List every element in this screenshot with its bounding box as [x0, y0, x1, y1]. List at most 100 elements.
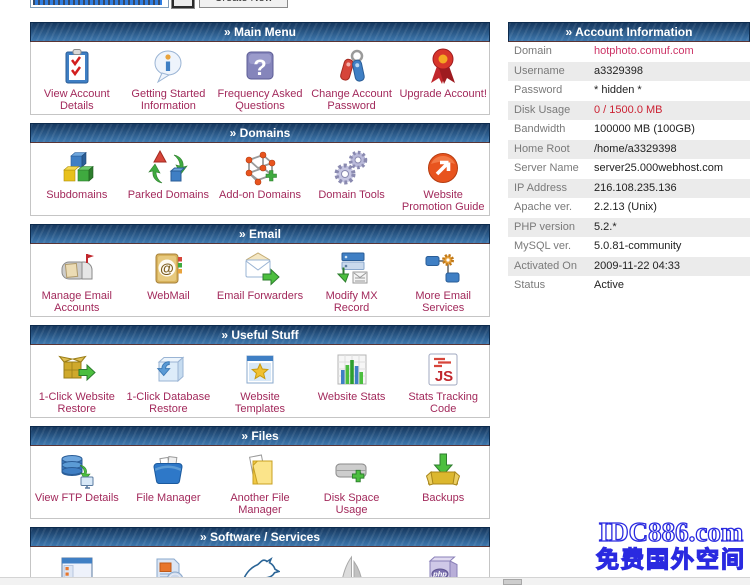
promotion-arrow-icon — [397, 148, 489, 188]
menu-item-label: WebMail — [123, 289, 215, 302]
address-book-icon: @ — [123, 249, 215, 289]
blue-folder-icon — [123, 451, 215, 491]
menu-item-label: Subdomains — [31, 188, 123, 201]
menu-item-label: Email Forwarders — [214, 289, 306, 302]
account-row-server-name: Server Nameserver25.000webhost.com — [508, 159, 750, 179]
watermark-site-text: IDC886.com — [592, 518, 750, 546]
go-button[interactable]: Go — [172, 0, 194, 8]
account-row-value: /home/a3329398 — [594, 140, 750, 160]
account-row-password: Password* hidden * — [508, 81, 750, 101]
scrollbar-thumb[interactable] — [503, 579, 522, 585]
menu-item-stats-tracking-code[interactable]: JSStats Tracking Code — [397, 350, 489, 415]
account-row-username: Usernamea3329398 — [508, 62, 750, 82]
account-row-label: MySQL ver. — [508, 237, 594, 257]
menu-item-label: View Account Details — [31, 87, 123, 112]
menu-item-subdomains[interactable]: Subdomains — [31, 148, 123, 201]
menu-item-another-file-manager[interactable]: Another File Manager — [214, 451, 306, 516]
account-information-title: » Account Information — [508, 22, 750, 42]
svg-text:@: @ — [161, 260, 175, 276]
bar-chart-icon — [306, 350, 398, 390]
menu-item-website-promotion-guide[interactable]: Website Promotion Guide — [397, 148, 489, 213]
section-domains: » DomainsSubdomainsParked DomainsAdd-on … — [30, 123, 490, 216]
award-ribbon-icon — [397, 47, 489, 87]
menu-item-change-account-password[interactable]: Change Account Password — [306, 47, 398, 112]
account-row-php-version: PHP version5.2.* — [508, 218, 750, 238]
menu-item-modify-mx-record[interactable]: Modify MX Record — [306, 249, 398, 314]
services-flow-icon — [397, 249, 489, 289]
menu-item-label: 1-Click Database Restore — [123, 390, 215, 415]
account-row-status: StatusActive — [508, 276, 750, 296]
menu-item-file-manager[interactable]: File Manager — [123, 451, 215, 504]
section-body: Manage Email Accounts @ WebMailEmail Forwa… — [30, 244, 490, 317]
network-cube-icon — [214, 148, 306, 188]
svg-text:JS: JS — [435, 368, 453, 385]
domain-select-input[interactable] — [30, 0, 169, 8]
menu-item-backups[interactable]: Backups — [397, 451, 489, 504]
menu-item-webmail[interactable]: @ WebMail — [123, 249, 215, 302]
menu-item-label: 1-Click Website Restore — [31, 390, 123, 415]
account-row-home-root: Home Root/home/a3329398 — [508, 140, 750, 160]
account-row-label: Domain — [508, 42, 594, 62]
account-row-bandwidth: Bandwidth100000 MB (100GB) — [508, 120, 750, 140]
gears-icon — [306, 148, 398, 188]
account-row-label: Activated On — [508, 257, 594, 277]
menu-item-1-click-website-restore[interactable]: 1-Click Website Restore — [31, 350, 123, 415]
menu-item-view-account-details[interactable]: View Account Details — [31, 47, 123, 112]
template-star-icon — [214, 350, 306, 390]
menu-item-label: Parked Domains — [123, 188, 215, 201]
menu-item-website-templates[interactable]: Website Templates — [214, 350, 306, 415]
account-row-value: server25.000webhost.com — [594, 159, 750, 179]
account-row-label: Password — [508, 81, 594, 101]
menu-item-upgrade-account[interactable]: Upgrade Account! — [397, 47, 489, 100]
keys-icon — [306, 47, 398, 87]
account-row-label: IP Address — [508, 179, 594, 199]
account-row-value[interactable]: hotphoto.comuf.com — [594, 42, 750, 62]
menu-item-domain-tools[interactable]: Domain Tools — [306, 148, 398, 201]
svg-text:?: ? — [253, 55, 266, 80]
account-row-label: Server Name — [508, 159, 594, 179]
menu-item-label: Website Promotion Guide — [397, 188, 489, 213]
cube-restore-icon — [123, 350, 215, 390]
envelope-forward-icon — [214, 249, 306, 289]
section-header: » Software / Services — [30, 527, 490, 547]
menu-item-label: More Email Services — [397, 289, 489, 314]
menu-item-label: Manage Email Accounts — [31, 289, 123, 314]
menu-item-label: Website Templates — [214, 390, 306, 415]
menu-sections-column: » Main MenuView Account DetailsGetting S… — [30, 22, 490, 585]
section-email: » Email Manage Email Accounts @ WebMailEmai… — [30, 224, 490, 317]
account-row-value: Active — [594, 276, 750, 296]
menu-item-email-forwarders[interactable]: Email Forwarders — [214, 249, 306, 302]
account-row-activated-on: Activated On2009-11-22 04:33 — [508, 257, 750, 277]
account-row-label: Bandwidth — [508, 120, 594, 140]
section-useful-stuff: » Useful Stuff1-Click Website Restore1-C… — [30, 325, 490, 418]
menu-item-getting-started-information[interactable]: Getting Started Information — [123, 47, 215, 112]
account-information-rows: Domainhotphoto.comuf.comUsernamea3329398… — [508, 42, 750, 296]
menu-item-disk-space-usage[interactable]: Disk Space Usage — [306, 451, 398, 516]
ftp-transfer-icon — [31, 451, 123, 491]
horizontal-scrollbar[interactable] — [0, 577, 750, 585]
menu-item-more-email-services[interactable]: More Email Services — [397, 249, 489, 314]
menu-item-label: Frequency Asked Questions — [214, 87, 306, 112]
yellow-folder-icon — [214, 451, 306, 491]
account-row-label: Username — [508, 62, 594, 82]
account-row-ip-address: IP Address216.108.235.136 — [508, 179, 750, 199]
menu-item-website-stats[interactable]: Website Stats — [306, 350, 398, 403]
section-header: » Email — [30, 224, 490, 244]
menu-item-label: View FTP Details — [31, 491, 123, 504]
menu-item-parked-domains[interactable]: Parked Domains — [123, 148, 215, 201]
account-row-value: 216.108.235.136 — [594, 179, 750, 199]
account-row-value: 100000 MB (100GB) — [594, 120, 750, 140]
menu-item-add-on-domains[interactable]: Add-on Domains — [214, 148, 306, 201]
create-new-button[interactable]: Create New — [199, 0, 288, 8]
menu-item-label: Add-on Domains — [214, 188, 306, 201]
info-bubble-icon — [123, 47, 215, 87]
account-row-value: 2.2.13 (Unix) — [594, 198, 750, 218]
disk-drive-icon — [306, 451, 398, 491]
cubes-icon — [31, 148, 123, 188]
menu-item-manage-email-accounts[interactable]: Manage Email Accounts — [31, 249, 123, 314]
clipboard-check-icon — [31, 47, 123, 87]
menu-item-frequency-asked-questions[interactable]: ? Frequency Asked Questions — [214, 47, 306, 112]
menu-item-view-ftp-details[interactable]: View FTP Details — [31, 451, 123, 504]
menu-item-1-click-database-restore[interactable]: 1-Click Database Restore — [123, 350, 215, 415]
account-row-value: * hidden * — [594, 81, 750, 101]
